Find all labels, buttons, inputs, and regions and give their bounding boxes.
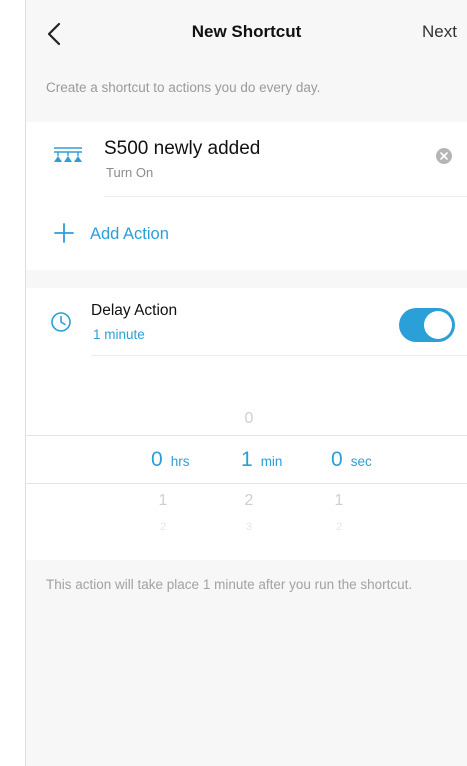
seconds-unit: sec bbox=[350, 454, 372, 469]
remove-action-icon[interactable] bbox=[436, 148, 452, 164]
minutes-prev-value: 0 bbox=[244, 410, 254, 427]
app-screen: New Shortcut Next Create a shortcut to a… bbox=[25, 0, 467, 766]
seconds-selected: 0 sec bbox=[331, 448, 372, 472]
delay-action-title: Delay Action bbox=[91, 302, 178, 319]
delay-action-card: Delay Action 1 minute 0 hrs 1 2 0 1 min bbox=[26, 288, 467, 560]
toggle-knob bbox=[424, 311, 452, 339]
seconds-selected-value: 0 bbox=[331, 448, 343, 471]
plus-icon bbox=[54, 223, 74, 243]
navigation-header: New Shortcut Next bbox=[26, 0, 467, 68]
page-title: New Shortcut bbox=[191, 22, 302, 41]
minutes-selected-value: 1 bbox=[241, 448, 253, 471]
minutes-unit: min bbox=[260, 454, 283, 469]
seconds-next2-value: 2 bbox=[335, 521, 343, 533]
add-action-button[interactable]: Add Action bbox=[26, 197, 467, 270]
minutes-next2-value: 3 bbox=[245, 521, 253, 533]
hours-next2-value: 2 bbox=[159, 521, 167, 533]
delay-action-value: 1 minute bbox=[93, 327, 145, 342]
seconds-next-value: 1 bbox=[334, 492, 344, 509]
minutes-wheel[interactable]: 0 1 min 2 3 bbox=[231, 356, 321, 560]
seconds-wheel[interactable]: 0 sec 1 2 bbox=[321, 356, 411, 560]
delay-footer-note: This action will take place 1 minute aft… bbox=[46, 577, 413, 592]
minutes-next-value: 2 bbox=[244, 492, 254, 509]
hours-unit: hrs bbox=[170, 454, 190, 469]
hours-wheel[interactable]: 0 hrs 1 2 bbox=[141, 356, 231, 560]
light-strip-icon bbox=[54, 147, 82, 162]
hours-selected-value: 0 bbox=[151, 448, 163, 471]
clock-icon bbox=[51, 312, 71, 332]
hours-next-value: 1 bbox=[158, 492, 168, 509]
minutes-selected: 1 min bbox=[241, 448, 282, 472]
delay-toggle[interactable] bbox=[399, 308, 455, 342]
add-action-label: Add Action bbox=[90, 225, 169, 243]
duration-picker: 0 hrs 1 2 0 1 min 2 3 0 sec 1 2 bbox=[26, 356, 467, 560]
device-name: S500 newly added bbox=[104, 138, 261, 159]
page-subtitle: Create a shortcut to actions you do ever… bbox=[46, 80, 321, 95]
actions-card: S500 newly added Turn On Add Action bbox=[26, 122, 467, 270]
action-item[interactable]: S500 newly added Turn On bbox=[26, 122, 467, 196]
hours-selected: 0 hrs bbox=[151, 448, 189, 472]
device-action-label: Turn On bbox=[106, 165, 154, 180]
next-button[interactable]: Next bbox=[422, 22, 457, 42]
